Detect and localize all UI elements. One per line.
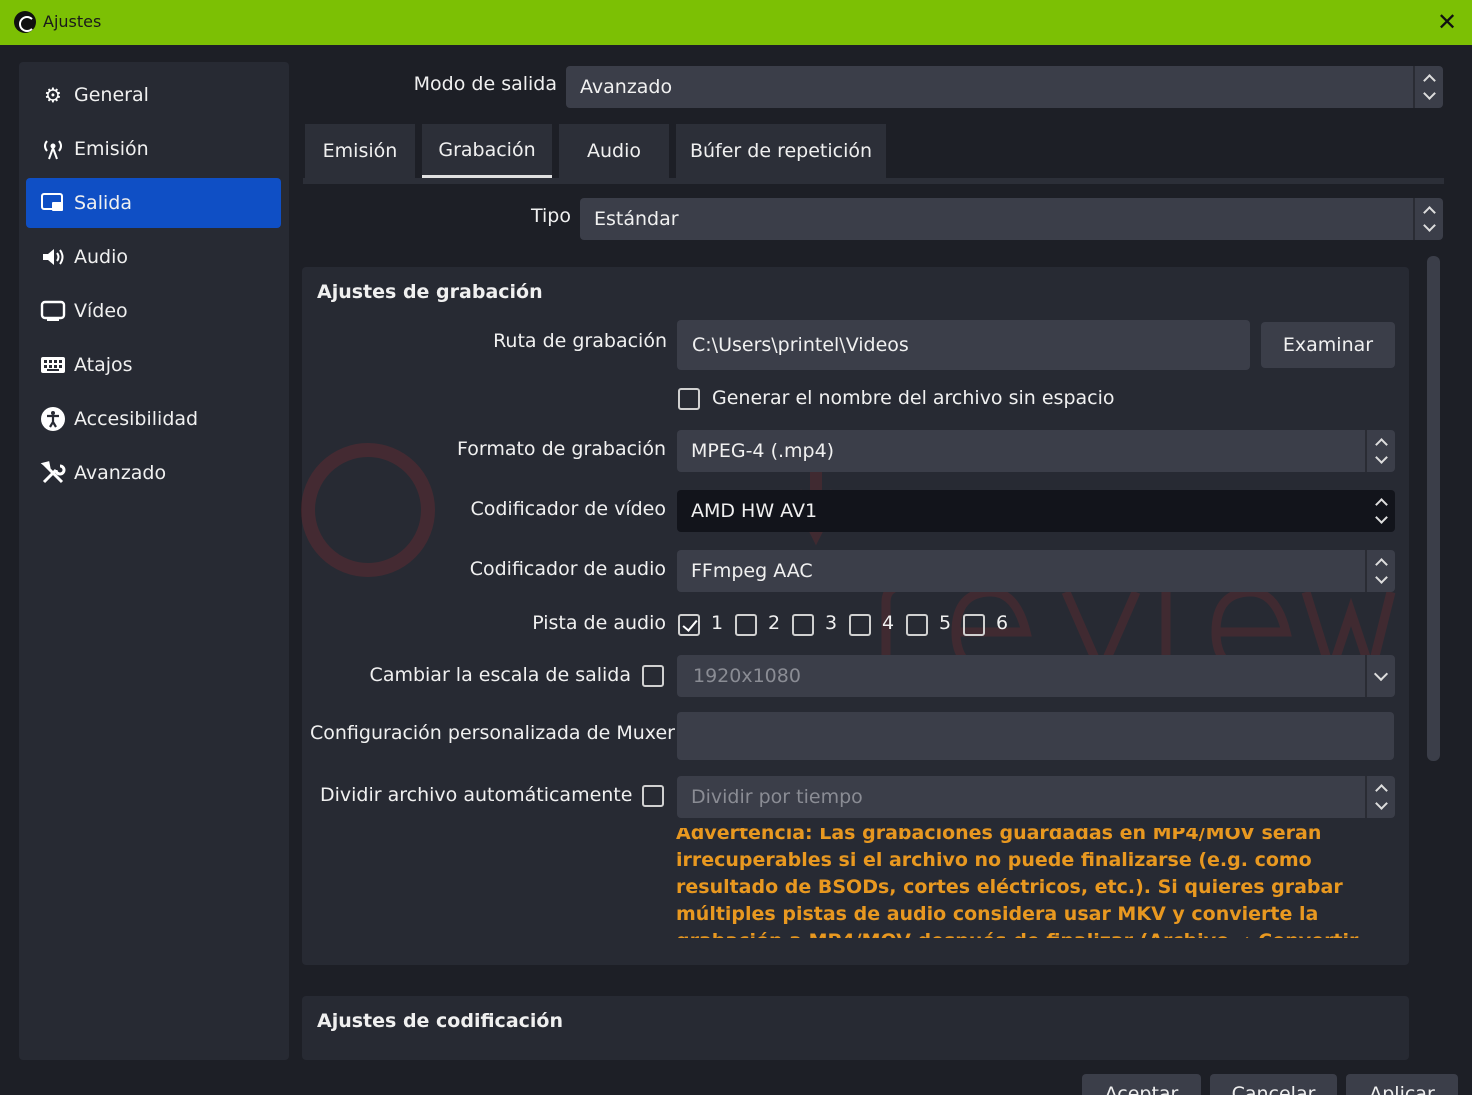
format-label: Formato de grabación [456, 438, 666, 460]
format-select[interactable]: MPEG-4 (.mp4) [677, 430, 1395, 472]
track-4-label: 4 [882, 612, 895, 634]
sidebar-item-avanzado[interactable]: Avanzado [26, 448, 281, 498]
updown-arrows-icon [1365, 490, 1395, 532]
type-label: Tipo [531, 205, 571, 227]
sidebar-item-label: Vídeo [74, 300, 128, 322]
track-3-label: 3 [825, 612, 838, 634]
split-value: Dividir por tiempo [691, 786, 863, 808]
sidebar-item-accesibilidad[interactable]: Accesibilidad [26, 394, 281, 444]
track-2-label: 2 [768, 612, 781, 634]
rescale-value: 1920x1080 [693, 665, 801, 687]
audio-track-label: Pista de audio [532, 612, 666, 634]
apply-button[interactable]: Aplicar [1346, 1074, 1458, 1095]
sidebar-item-label: General [74, 84, 149, 106]
track-5-checkbox[interactable] [906, 614, 928, 636]
tab-emision[interactable]: Emisión [305, 124, 415, 178]
title-bar: Ajustes ✕ [0, 0, 1472, 45]
track-1-label: 1 [711, 612, 724, 634]
settings-sidebar: ⚙ General Emisión Salida Audio Vídeo Ata… [19, 62, 289, 1060]
track-2-checkbox[interactable] [735, 614, 757, 636]
muxer-label: Configuración personalizada de Muxer [310, 722, 675, 744]
rescale-checkbox[interactable] [642, 665, 664, 687]
accessibility-icon [40, 406, 66, 432]
sidebar-item-salida[interactable]: Salida [26, 178, 281, 228]
browse-button[interactable]: Examinar [1261, 322, 1395, 368]
video-encoder-value: AMD HW AV1 [691, 500, 818, 522]
tab-audio[interactable]: Audio [559, 124, 669, 178]
sidebar-item-audio[interactable]: Audio [26, 232, 281, 282]
video-encoder-select[interactable]: AMD HW AV1 [677, 490, 1395, 532]
output-mode-select[interactable]: Avanzado [566, 66, 1443, 108]
updown-arrows-icon [1365, 776, 1395, 818]
sidebar-item-atajos[interactable]: Atajos [26, 340, 281, 390]
scrollbar-thumb[interactable] [1427, 256, 1440, 761]
track-1-checkbox[interactable] [678, 614, 700, 636]
audio-encoder-label: Codificador de audio [469, 558, 666, 580]
audio-encoder-select[interactable]: FFmpeg AAC [677, 550, 1395, 592]
nospace-label: Generar el nombre del archivo sin espaci… [712, 387, 1115, 409]
output-icon [40, 190, 66, 216]
sidebar-item-label: Salida [74, 192, 132, 214]
mp4-warning-text: Advertencia: Las grabaciones guardadas e… [676, 828, 1358, 938]
gear-icon: ⚙ [44, 83, 62, 107]
keyboard-icon [40, 352, 66, 378]
sidebar-item-label: Accesibilidad [74, 408, 199, 430]
cancel-button-label: Cancelar [1231, 1083, 1316, 1095]
nospace-checkbox[interactable] [678, 388, 700, 410]
tools-icon [40, 460, 66, 486]
encoding-settings-group: Ajustes de codificación [302, 996, 1409, 1060]
split-select[interactable]: Dividir por tiempo [677, 776, 1395, 818]
updown-arrows-icon [1413, 198, 1443, 240]
muxer-input[interactable] [677, 712, 1394, 760]
mp4-warning: Advertencia: Las grabaciones guardadas e… [676, 828, 1396, 938]
encoding-settings-title: Ajustes de codificación [317, 1010, 563, 1032]
sidebar-item-label: Audio [74, 246, 129, 268]
split-checkbox[interactable] [642, 785, 664, 807]
sidebar-item-label: Atajos [74, 354, 133, 376]
track-6-label: 6 [996, 612, 1009, 634]
output-mode-value: Avanzado [580, 76, 673, 98]
recording-path-label: Ruta de grabación [493, 330, 667, 352]
recording-path-input[interactable]: C:\Users\printel\Videos [677, 320, 1250, 370]
updown-arrows-icon [1365, 550, 1395, 592]
window-title: Ajustes [43, 12, 102, 31]
recording-settings-title: Ajustes de grabación [317, 281, 543, 303]
sidebar-item-label: Emisión [74, 138, 149, 160]
format-value: MPEG-4 (.mp4) [691, 440, 835, 462]
split-label: Dividir archivo automáticamente [320, 784, 633, 806]
track-5-label: 5 [939, 612, 952, 634]
updown-arrows-icon [1365, 430, 1395, 472]
track-4-checkbox[interactable] [849, 614, 871, 636]
tab-bufer-repeticion[interactable]: Búfer de repetición [676, 124, 886, 178]
cancel-button[interactable]: Cancelar [1210, 1074, 1337, 1095]
sidebar-item-general[interactable]: ⚙ General [26, 70, 281, 120]
ok-button[interactable]: Aceptar [1082, 1074, 1201, 1095]
close-icon[interactable]: ✕ [1434, 8, 1460, 36]
audio-encoder-value: FFmpeg AAC [691, 560, 813, 582]
type-select[interactable]: Estándar [580, 198, 1443, 240]
updown-arrows-icon [1413, 66, 1443, 108]
broadcast-icon [40, 136, 66, 162]
type-value: Estándar [594, 208, 679, 230]
chevron-down-icon [1365, 655, 1395, 697]
apply-button-label: Aplicar [1369, 1083, 1435, 1095]
speaker-icon [40, 244, 66, 270]
sidebar-item-video[interactable]: Vídeo [26, 286, 281, 336]
tab-grabacion[interactable]: Grabación [422, 124, 552, 178]
track-6-checkbox[interactable] [963, 614, 985, 636]
sidebar-item-label: Avanzado [74, 462, 167, 484]
sidebar-item-emision[interactable]: Emisión [26, 124, 281, 174]
video-encoder-label: Codificador de vídeo [470, 498, 666, 520]
rescale-select[interactable]: 1920x1080 [677, 655, 1395, 697]
output-mode-label: Modo de salida [413, 73, 557, 95]
obs-logo-icon [14, 11, 36, 33]
monitor-icon [40, 298, 66, 324]
track-3-checkbox[interactable] [792, 614, 814, 636]
tabs-divider [303, 178, 1444, 184]
ok-button-label: Aceptar [1104, 1083, 1179, 1095]
rescale-label: Cambiar la escala de salida [369, 664, 631, 686]
